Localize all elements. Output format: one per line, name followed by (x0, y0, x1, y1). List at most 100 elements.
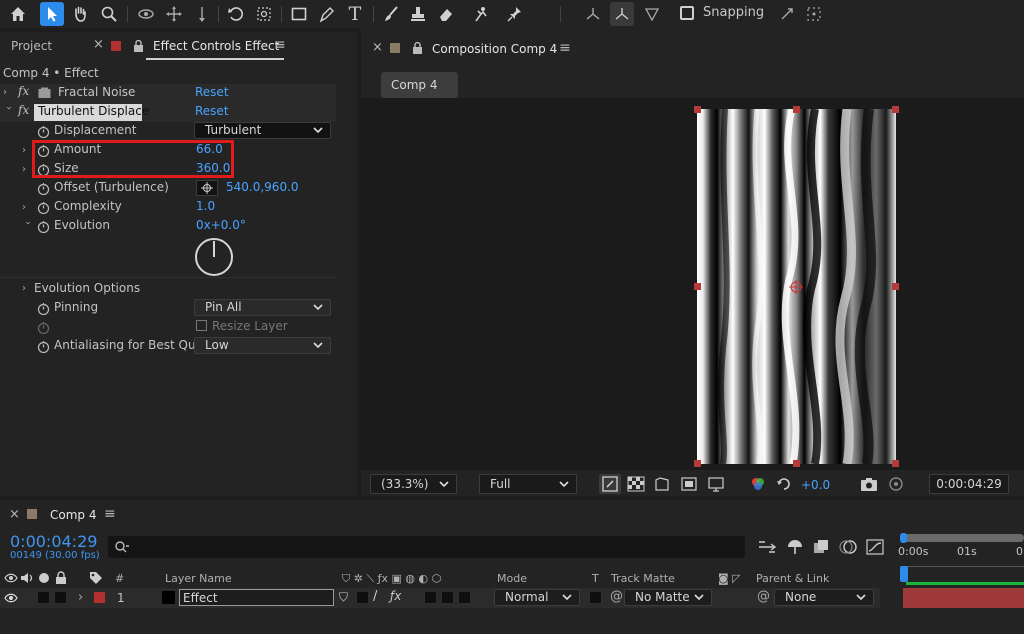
offset-value[interactable]: 540.0,960.0 (226, 180, 299, 194)
layer-name-field[interactable]: Effect (179, 589, 334, 606)
effect-name-fractal-noise[interactable]: Fractal Noise (58, 85, 135, 99)
comp-breadcrumb-button[interactable]: Comp 4 (381, 72, 458, 98)
mask-visibility-icon[interactable] (653, 476, 671, 492)
antialiasing-dropdown[interactable]: Low (194, 337, 331, 354)
panel-menu-icon[interactable]: ≡ (274, 37, 286, 53)
axis-view-icon[interactable] (640, 2, 664, 26)
pen-icon[interactable] (315, 2, 339, 26)
mode-dropdown[interactable]: Normal (494, 589, 580, 606)
hand-icon[interactable] (68, 2, 92, 26)
track-matte-dropdown[interactable]: No Matte (624, 589, 712, 606)
snap-edges-icon[interactable] (775, 2, 799, 26)
puppet-pin-icon[interactable] (503, 2, 527, 26)
transform-handle[interactable] (892, 283, 899, 290)
col-layer-name[interactable]: Layer Name (165, 572, 232, 585)
selection-icon[interactable] (40, 2, 64, 26)
resolution-dropdown[interactable]: Full (479, 474, 577, 494)
work-area-bar[interactable] (906, 582, 1024, 585)
layer-label-color[interactable] (94, 592, 105, 603)
close-tab-icon[interactable]: × (372, 40, 383, 55)
lock-icon[interactable] (55, 571, 67, 584)
adjustment-switch[interactable] (458, 591, 471, 604)
roto-brush-icon[interactable] (469, 2, 493, 26)
parent-pickwhip-icon[interactable]: @ (757, 589, 770, 604)
time-navigator[interactable] (903, 534, 1024, 542)
lock-icon[interactable] (133, 39, 144, 55)
stopwatch-icon[interactable] (37, 125, 50, 138)
twirl-closed-icon[interactable]: › (22, 146, 32, 156)
snapping-checkbox[interactable] (680, 6, 694, 20)
pickwhip-icon[interactable]: @ (610, 589, 623, 604)
close-tab-icon[interactable]: × (9, 507, 20, 522)
snap-features-icon[interactable] (802, 2, 826, 26)
tab-timeline-comp[interactable]: Comp 4 (50, 508, 96, 522)
transform-handle[interactable] (793, 460, 800, 467)
transform-handle[interactable] (694, 283, 701, 290)
twirl-closed-icon[interactable]: › (22, 165, 32, 175)
label-tag-icon[interactable] (89, 571, 103, 584)
zoom-icon[interactable] (97, 2, 121, 26)
lock-toggle[interactable] (54, 591, 67, 604)
stopwatch-icon[interactable] (37, 340, 50, 353)
comp-flowchart-icon[interactable] (757, 538, 777, 556)
shy-layers-icon[interactable] (785, 538, 805, 556)
stopwatch-icon[interactable] (37, 201, 50, 214)
tab-effect-controls[interactable]: Effect Controls Effect (153, 39, 279, 53)
twirl-closed-icon[interactable]: › (22, 203, 32, 213)
tab-composition[interactable]: Composition Comp 4 (432, 42, 557, 56)
audio-speaker-icon[interactable] (20, 572, 34, 584)
transform-handle[interactable] (892, 106, 899, 113)
parent-dropdown[interactable]: None (774, 589, 874, 606)
navigator-start-handle[interactable] (900, 533, 907, 543)
panel-menu-icon[interactable]: ≡ (104, 506, 116, 522)
layer-row[interactable] (0, 588, 880, 608)
orbit-icon[interactable] (134, 2, 158, 26)
guides-icon[interactable] (707, 476, 725, 492)
frame-blend-switch[interactable] (424, 591, 437, 604)
solo-icon[interactable] (37, 572, 51, 584)
shy-switch-icon[interactable]: ⛉ (339, 590, 348, 605)
home-icon[interactable] (6, 2, 30, 26)
pan-icon[interactable] (162, 2, 186, 26)
crosshair-target-button[interactable] (196, 180, 218, 196)
transparency-grid-icon[interactable] (627, 476, 645, 492)
panel-menu-icon[interactable]: ≡ (559, 40, 571, 56)
viewer-canvas[interactable] (361, 98, 1024, 470)
transform-handle[interactable] (793, 106, 800, 113)
close-tab-icon[interactable]: × (93, 37, 104, 52)
reset-fractal-noise-button[interactable]: Reset (195, 85, 229, 99)
quality-switch-icon[interactable]: / (373, 589, 377, 604)
resize-layer-checkbox[interactable] (196, 320, 207, 331)
effect-name-turbulent-displace[interactable]: Turbulent Displace (38, 104, 149, 118)
axis-world-icon[interactable] (610, 2, 634, 26)
viewer-timecode[interactable]: 0:00:04:29 (929, 474, 1009, 494)
stopwatch-icon[interactable] (37, 220, 50, 233)
solo-toggle[interactable] (37, 591, 50, 604)
region-of-interest-icon[interactable] (680, 476, 698, 492)
twirl-closed-icon[interactable]: › (78, 591, 88, 604)
fx-toggle[interactable]: fx (18, 103, 29, 117)
reset-exposure-icon[interactable] (775, 476, 793, 492)
snapshot-camera-icon[interactable] (860, 476, 878, 492)
evolution-dial[interactable] (194, 237, 234, 277)
video-eye-icon[interactable] (4, 592, 18, 604)
time-ruler[interactable] (903, 560, 1024, 567)
stopwatch-icon[interactable] (37, 182, 50, 195)
channel-icon[interactable] (749, 476, 767, 492)
lock-icon[interactable] (412, 41, 423, 57)
twirl-closed-icon[interactable]: › (3, 88, 13, 98)
brush-icon[interactable] (379, 2, 403, 26)
anchor-icon[interactable] (252, 2, 276, 26)
pinning-dropdown[interactable]: Pin All (194, 299, 331, 316)
transform-handle[interactable] (892, 460, 899, 467)
clone-stamp-icon[interactable] (406, 2, 430, 26)
axis-local-icon[interactable] (581, 2, 605, 26)
tab-project[interactable]: Project (11, 39, 52, 53)
frame-blending-icon[interactable] (811, 538, 831, 556)
exposure-value[interactable]: +0.0 (801, 478, 830, 492)
layer-duration-bar[interactable] (903, 588, 1024, 608)
twirl-open-icon[interactable]: › (22, 221, 33, 231)
stopwatch-icon[interactable] (37, 302, 50, 315)
zoom-dropdown[interactable]: (33.3%) (370, 474, 457, 494)
motion-blur-switch[interactable] (441, 591, 454, 604)
